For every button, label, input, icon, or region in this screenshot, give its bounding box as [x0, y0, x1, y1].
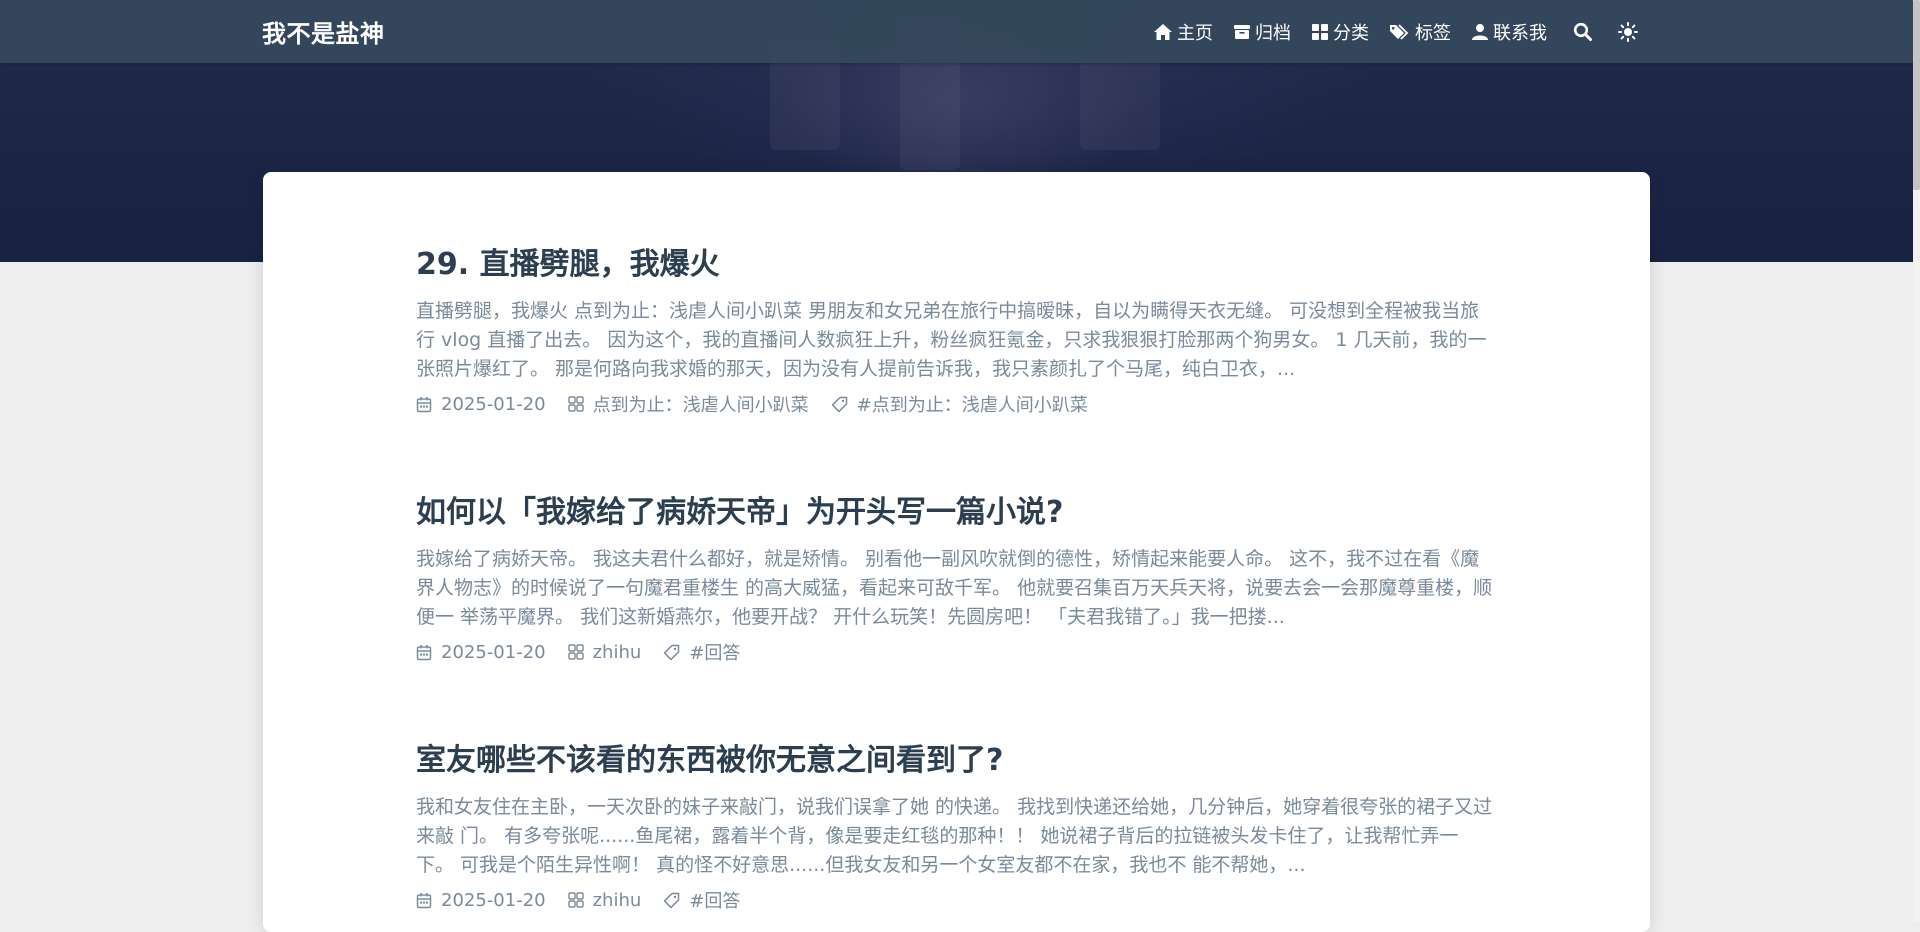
post-tag[interactable]: #回答: [663, 639, 740, 665]
nav-categories[interactable]: 分类: [1311, 19, 1369, 45]
tags-icon: [1390, 23, 1409, 40]
post-meta: 2025-01-20 点到为止：浅虐人间小趴菜 #点到为止：浅虐人间小趴菜: [416, 390, 1496, 418]
nav-archive-label: 归档: [1255, 22, 1291, 44]
hero-decoration: [1080, 60, 1160, 150]
nav-archive[interactable]: 归档: [1233, 19, 1291, 45]
post-excerpt: 直播劈腿，我爆火 点到为止：浅虐人间小趴菜 男朋友和女兄弟在旅行中搞暧昧，自以为…: [416, 300, 1487, 380]
tag-icon: [664, 644, 680, 660]
nav-contact-label: 联系我: [1493, 22, 1547, 44]
nav-menu: 主页 归档 分类 标签 联系我: [1133, 0, 1638, 63]
post-tag[interactable]: #点到为止：浅虐人间小趴菜: [831, 391, 1088, 417]
nav-home[interactable]: 主页: [1153, 19, 1213, 45]
post-item: 29. 直播劈腿，我爆火 直播劈腿，我爆火 点到为止：浅虐人间小趴菜 男朋友和女…: [416, 245, 1496, 418]
nav-home-label: 主页: [1177, 22, 1213, 44]
post-tag-text: #回答: [689, 891, 741, 912]
category-icon: [567, 892, 584, 908]
post-tag-text: #回答: [689, 643, 741, 664]
post-category-text: 点到为止：浅虐人间小趴菜: [592, 395, 809, 416]
post-excerpt: 我和女友住在主卧，一天次卧的妹子来敲门，说我们误拿了她 的快递。 我找到快递还给…: [416, 796, 1493, 876]
nav-categories-label: 分类: [1333, 22, 1369, 44]
post-date: 2025-01-20: [416, 890, 546, 911]
category-icon: [567, 644, 584, 660]
nav-tags-label: 标签: [1415, 22, 1451, 44]
archive-icon: [1234, 24, 1250, 39]
post-category[interactable]: zhihu: [567, 889, 642, 911]
calendar-icon: [416, 644, 432, 660]
nav-tags[interactable]: 标签: [1389, 19, 1451, 45]
theme-toggle-button[interactable]: [1618, 21, 1638, 42]
sun-icon: [1618, 21, 1638, 42]
tag-icon: [831, 396, 847, 412]
post-tag[interactable]: #回答: [663, 887, 740, 913]
post-date-text: 2025-01-20: [441, 393, 546, 415]
post-date-text: 2025-01-20: [441, 889, 546, 911]
tag-icon: [664, 892, 680, 908]
post-meta: 2025-01-20 zhihu #回答: [416, 886, 1496, 914]
calendar-icon: [416, 396, 432, 412]
post-category-text: zhihu: [592, 641, 642, 663]
user-icon: [1472, 23, 1488, 40]
post-category[interactable]: zhihu: [567, 641, 642, 663]
search-button[interactable]: [1573, 22, 1592, 41]
post-tag-text: #点到为止：浅虐人间小趴菜: [856, 395, 1088, 416]
post-date-text: 2025-01-20: [441, 641, 546, 663]
nav-contact[interactable]: 联系我: [1471, 19, 1547, 45]
post-title[interactable]: 29. 直播劈腿，我爆火: [416, 245, 1496, 285]
post-category[interactable]: 点到为止：浅虐人间小趴菜: [567, 391, 809, 417]
post-excerpt: 我嫁给了病娇天帝。 我这夫君什么都好，就是矫情。 别看他一副风吹就倒的德性，矫情…: [416, 548, 1493, 628]
home-icon: [1154, 23, 1172, 40]
scrollbar-thumb[interactable]: [1913, 0, 1920, 190]
post-date: 2025-01-20: [416, 642, 546, 663]
top-navbar: 我不是盐神 主页 归档 分类 标签 联系我: [0, 0, 1913, 63]
post-meta: 2025-01-20 zhihu #回答: [416, 638, 1496, 666]
post-date: 2025-01-20: [416, 394, 546, 415]
post-list-card: 29. 直播劈腿，我爆火 直播劈腿，我爆火 点到为止：浅虐人间小趴菜 男朋友和女…: [263, 172, 1650, 932]
post-title[interactable]: 室友哪些不该看的东西被你无意之间看到了?: [416, 741, 1496, 781]
categories-icon: [1312, 23, 1328, 40]
post-category-text: zhihu: [592, 889, 642, 911]
post-item: 如何以「我嫁给了病娇天帝」为开头写一篇小说? 我嫁给了病娇天帝。 我这夫君什么都…: [416, 493, 1496, 666]
search-icon: [1573, 22, 1592, 41]
post-item: 室友哪些不该看的东西被你无意之间看到了? 我和女友住在主卧，一天次卧的妹子来敲门…: [416, 741, 1496, 914]
category-icon: [567, 396, 584, 412]
post-title[interactable]: 如何以「我嫁给了病娇天帝」为开头写一篇小说?: [416, 493, 1496, 533]
calendar-icon: [416, 892, 432, 908]
site-brand[interactable]: 我不是盐神: [262, 14, 385, 49]
